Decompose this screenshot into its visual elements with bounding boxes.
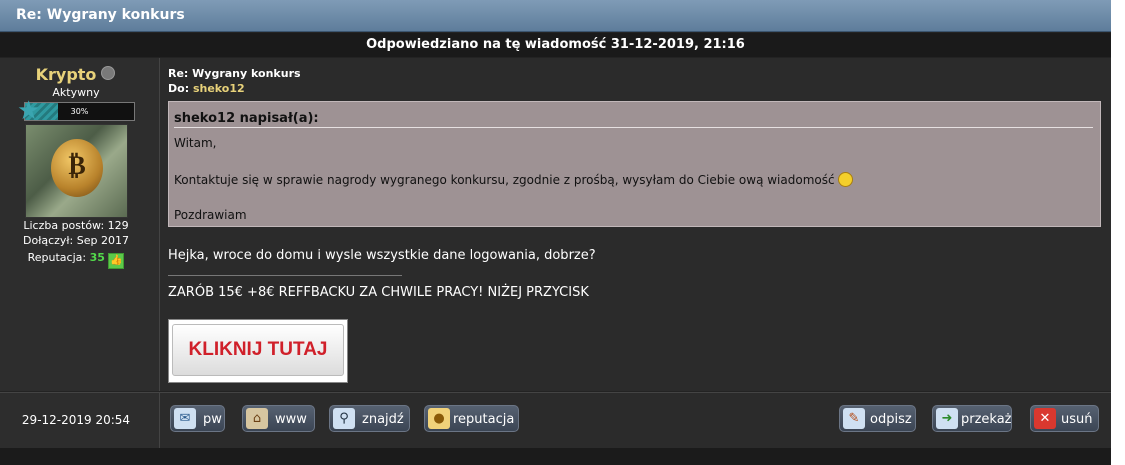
pm-button[interactable]: ✉ pw <box>170 405 225 432</box>
reply-button[interactable]: ✎ odpisz <box>839 405 916 432</box>
envelope-pen-icon: ✎ <box>843 408 865 429</box>
author-post-count: Liczba postów: 129 <box>23 219 129 232</box>
click-here-label: KLIKNIJ TUTAJ <box>172 324 344 376</box>
wink-smiley-icon <box>838 172 854 187</box>
page-title: Re: Wygrany konkurs <box>16 7 185 23</box>
star-icon: ★ <box>17 96 41 126</box>
author-joined: Dołączył: Sep 2017 <box>23 234 129 247</box>
forward-button[interactable]: ➜ przekaż <box>932 405 1012 432</box>
envelope-icon: ✉ <box>174 408 196 429</box>
message-panel: Re: Wygrany konkurs Odpowiedziano na tę … <box>0 0 1111 465</box>
action-bar: ✉ pw ⌂ www ⚲ znajdź ● reputacja ✎ odpisz… <box>160 392 1111 448</box>
quote-block: sheko12 napisał(a): Witam, Kontaktuje si… <box>168 101 1101 227</box>
post-date: 29-12-2019 20:54 <box>21 413 131 427</box>
rank-progress-label: 30% <box>70 107 89 116</box>
reputation-value: 35 <box>89 251 105 264</box>
title-bar: Re: Wygrany konkurs <box>0 0 1111 32</box>
footer-bar <box>0 448 1111 465</box>
signature-divider <box>168 275 402 276</box>
recipient-label: Do: <box>168 82 190 95</box>
house-icon: ⌂ <box>246 408 268 429</box>
red-x-icon: ✕ <box>1034 408 1056 429</box>
message-recipient: Do: sheko12 <box>168 82 245 95</box>
signature-text: ZARÓB 15€ +8€ REFFBACKU ZA CHWILE PRACY!… <box>168 285 589 300</box>
reply-info-bar: Odpowiedziano na tę wiadomość 31-12-2019… <box>0 33 1111 57</box>
reputation-button[interactable]: ● reputacja <box>424 405 519 432</box>
website-button[interactable]: ⌂ www <box>242 405 315 432</box>
thumbs-up-icon[interactable]: 👍 <box>108 253 125 269</box>
quote-line: Witam, <box>174 136 217 150</box>
reputation-label: Reputacja: <box>27 251 87 264</box>
delete-button[interactable]: ✕ usuń <box>1030 405 1099 432</box>
avatar[interactable]: ₿ <box>25 124 128 218</box>
offline-status-icon <box>101 66 115 80</box>
author-column: Krypto Aktywny 30% ★ ₿ Liczba postów: 12… <box>0 58 160 391</box>
post-date-cell: 29-12-2019 20:54 <box>0 392 160 448</box>
magnifier-icon: ⚲ <box>333 408 355 429</box>
reply-text: Hejka, wroce do domu i wysle wszystkie d… <box>168 248 596 263</box>
message-title: Re: Wygrany konkurs <box>168 67 301 80</box>
envelope-arrow-icon: ➜ <box>936 408 958 429</box>
page-background-edge <box>1111 0 1125 465</box>
find-button[interactable]: ⚲ znajdź <box>329 405 410 432</box>
quote-line-text: Kontaktuje się w sprawie nagrody wygrane… <box>174 173 835 187</box>
quote-line: Pozdrawiam <box>174 208 247 222</box>
recipient-name[interactable]: sheko12 <box>193 82 245 95</box>
rank-progress-bar: 30% <box>24 102 135 121</box>
message-body: Re: Wygrany konkurs Do: sheko12 sheko12 … <box>160 58 1111 391</box>
click-here-banner[interactable]: KLIKNIJ TUTAJ <box>168 319 348 383</box>
quote-header: sheko12 napisał(a): <box>174 111 1093 128</box>
medal-icon: ● <box>428 408 450 429</box>
author-reputation: Reputacja: 35 👍 <box>0 251 152 269</box>
quote-line: Kontaktuje się w sprawie nagrody wygrane… <box>174 172 854 187</box>
bitcoin-coin-icon: ₿ <box>51 139 103 197</box>
